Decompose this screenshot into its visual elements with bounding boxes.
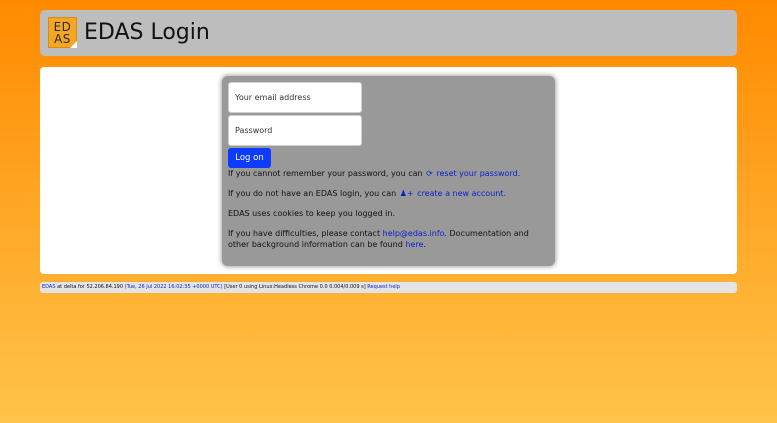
page-title: EDAS Login [84,20,210,45]
logo-corner-icon [70,41,77,48]
logo-text-top: ED [53,19,72,34]
footer-host-text: at delta for 52.206.84.190 [57,284,124,290]
email-input[interactable] [228,82,362,113]
forgot-password-text: If you cannot remember your password, yo… [228,168,521,179]
reset-password-link[interactable]: reset your password. [436,169,520,178]
documentation-link[interactable]: here [405,240,423,249]
footer-bar: EDAS at delta for 52.206.84.190 (Tue, 26… [40,282,737,293]
header-bar: ED AS EDAS Login [40,10,737,56]
cookies-text: EDAS uses cookies to keep you logged in. [228,209,395,218]
footer-timestamp-link[interactable]: (Tue, 26 Jul 2022 16:02:35 +0000 UTC) [125,284,223,290]
create-account-link[interactable]: create a new account. [417,189,506,198]
request-help-link[interactable]: Request help [367,284,400,290]
signup-text: If you do not have an EDAS login, you ca… [228,188,507,199]
add-user-icon[interactable]: ♟+ [400,188,414,199]
login-panel: Log on If you cannot remember your passw… [222,76,555,266]
logo-text-bottom: AS [54,31,71,46]
edas-logo: ED AS [48,17,77,48]
help-email-link[interactable]: help@edas.info [383,229,445,238]
password-input[interactable] [228,115,362,146]
refresh-icon[interactable]: ⟳ [426,168,433,179]
help-text: If you have difficulties, please contact… [228,229,529,249]
logon-button[interactable]: Log on [228,148,271,168]
footer-edas-link[interactable]: EDAS [42,284,56,290]
footer-user-info: [User 0 using Linux:Headless Chrome 0.0 … [224,284,366,290]
